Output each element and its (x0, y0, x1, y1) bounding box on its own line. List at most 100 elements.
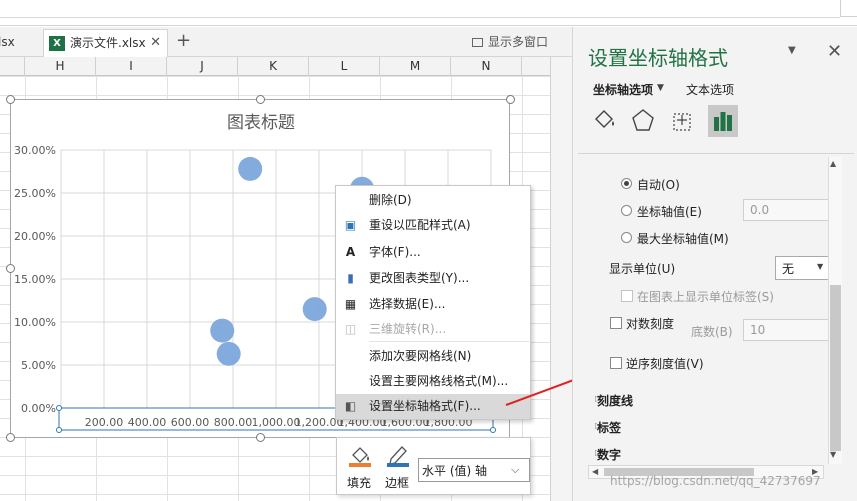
axis-value-input[interactable]: 0.0 (743, 199, 829, 221)
scatter-point (238, 156, 263, 181)
base-input[interactable]: 10 (743, 319, 829, 341)
expand-formula-button[interactable] (840, 0, 857, 17)
menu-item-font[interactable]: A 字体(F)... (336, 240, 530, 265)
border-button[interactable] (385, 443, 415, 467)
select-data-icon: ▦ (344, 297, 357, 311)
log-scale-label: 对数刻度 (626, 317, 675, 331)
chevron-down-icon[interactable]: ▼ (657, 83, 664, 93)
display-units-label: 显示单位(U) (609, 262, 676, 276)
column-header[interactable]: K (238, 57, 309, 76)
y-tick-label: 30.00% (14, 144, 56, 157)
x-tick-label: 800.00 (214, 416, 253, 429)
scroll-left-icon[interactable]: ◀ (592, 467, 598, 476)
scatter-point (210, 318, 235, 343)
scatter-point (216, 341, 241, 366)
menu-item-label: 删除(D) (369, 193, 412, 207)
menu-item-label: 重设以匹配样式(A) (369, 218, 471, 232)
scatter-point (302, 297, 327, 322)
resize-handle[interactable] (256, 95, 265, 104)
column-header[interactable]: N (451, 57, 522, 76)
pane-options-icon[interactable]: ▼ (788, 45, 796, 56)
fill-line-tab[interactable] (588, 105, 618, 137)
scroll-up-icon[interactable]: ▲ (830, 159, 836, 168)
menu-item-label: 选择数据(E)... (369, 297, 446, 311)
y-tick-label: 25.00% (14, 187, 56, 200)
workbook-tab-2[interactable]: X 演示文件.xlsx ✕ (43, 29, 168, 57)
menu-item-label: 添加次要网格线(N) (369, 349, 472, 363)
radio-max-axis-value[interactable] (621, 232, 632, 243)
menu-item-select-data[interactable]: ▦ 选择数据(E)... (336, 292, 530, 317)
menu-item-delete[interactable]: 删除(D) (336, 188, 530, 213)
x-tick-label: 1,000.00 (252, 416, 301, 429)
font-icon: A (345, 245, 356, 259)
tab-1-label: lsx (0, 35, 15, 49)
resize-handle[interactable] (6, 264, 15, 273)
section-tick-marks[interactable]: 刻度线 (597, 392, 633, 409)
menu-item-label: 设置坐标轴格式(F)... (369, 399, 481, 413)
radio-auto[interactable] (621, 178, 632, 189)
resize-handle[interactable] (6, 433, 15, 442)
x-tick-label: 200.00 (85, 416, 124, 429)
fill-button[interactable] (347, 443, 377, 467)
section-labels[interactable]: 标签 (597, 419, 621, 436)
scroll-down-icon[interactable]: ▼ (830, 450, 836, 459)
close-tab-icon[interactable]: ✕ (150, 30, 161, 56)
pen-icon (387, 446, 409, 467)
column-header[interactable]: J (167, 57, 238, 76)
paint-bucket-icon (595, 110, 614, 128)
reverse-order-label: 逆序刻度值(V) (626, 357, 704, 371)
fill-label: 填充 (347, 476, 372, 490)
axis-selection-handle (490, 427, 496, 433)
x-tick-label: 600.00 (171, 416, 210, 429)
y-tick-label: 10.00% (14, 316, 56, 329)
column-header-prev[interactable] (0, 57, 25, 76)
tab-text-options[interactable]: 文本选项 (686, 81, 734, 98)
show-multi-window-label: 显示多窗口 (488, 35, 549, 49)
close-icon[interactable]: ✕ (827, 41, 842, 62)
menu-item-reset-style[interactable]: ▣ 重设以匹配样式(A) (336, 213, 530, 238)
size-properties-tab[interactable] (668, 105, 698, 137)
effects-tab[interactable] (628, 105, 658, 137)
menu-item-label: 更改图表类型(Y)... (369, 271, 470, 285)
sheet-vertical-scrollbar[interactable] (550, 57, 572, 501)
column-header[interactable]: H (25, 57, 96, 76)
pane-vertical-scrollbar[interactable]: ▲ ▼ (828, 157, 842, 464)
paint-bucket-icon (349, 447, 371, 467)
pentagon-icon (632, 109, 654, 131)
axis-selection-handle (56, 405, 62, 411)
axis-selection-handle (56, 427, 62, 433)
tab-2-label: 演示文件.xlsx (70, 36, 146, 50)
column-header[interactable]: L (309, 57, 380, 76)
new-tab-button[interactable]: + (176, 31, 191, 51)
resize-handle[interactable] (6, 95, 15, 104)
resize-handle[interactable] (506, 95, 515, 104)
section-number[interactable]: 数字 (597, 446, 621, 463)
workbook-tab-bar: lsx X 演示文件.xlsx ✕ + 显示多窗口 (0, 27, 572, 57)
reverse-order-checkbox[interactable] (610, 357, 622, 369)
display-units-dropdown[interactable]: 无 ▼ (775, 256, 829, 280)
column-header[interactable]: M (380, 57, 451, 76)
bar-chart-icon (714, 112, 732, 131)
border-label: 边框 (385, 476, 410, 490)
column-header[interactable]: I (96, 57, 167, 76)
axis-options-tab[interactable] (708, 105, 738, 137)
show-units-checkbox[interactable] (621, 290, 633, 302)
radio-max-axis-value-label: 最大坐标轴值(M) (637, 232, 729, 246)
show-multi-window-button[interactable]: 显示多窗口 (472, 33, 548, 50)
log-scale-checkbox[interactable] (610, 317, 622, 329)
show-units-label: 在图表上显示单位标签(S) (637, 290, 774, 304)
menu-item-change-chart-type[interactable]: ▮ 更改图表类型(Y)... (336, 266, 530, 291)
radio-axis-value[interactable] (621, 205, 632, 216)
resize-handle[interactable] (256, 433, 265, 442)
tab-axis-options[interactable]: 坐标轴选项 (593, 81, 653, 98)
y-tick-label: 5.00% (21, 359, 56, 372)
chart-element-dropdown[interactable]: 水平 (值) 轴 ⌵ (418, 458, 530, 482)
workbook-tab-1[interactable]: lsx (0, 29, 38, 57)
menu-item-3d-rotation[interactable]: ◫ 三维旋转(R)... (336, 317, 530, 342)
pane-title: 设置坐标轴格式 (588, 46, 728, 70)
base-label: 底数(B) (691, 325, 733, 339)
chart-element-value: 水平 (值) 轴 (422, 464, 487, 478)
mini-toolbar: 填充 边框 水平 (值) 轴 ⌵ (336, 437, 531, 495)
scrollbar-thumb[interactable] (830, 285, 841, 451)
rotate-3d-icon: ◫ (344, 322, 357, 336)
